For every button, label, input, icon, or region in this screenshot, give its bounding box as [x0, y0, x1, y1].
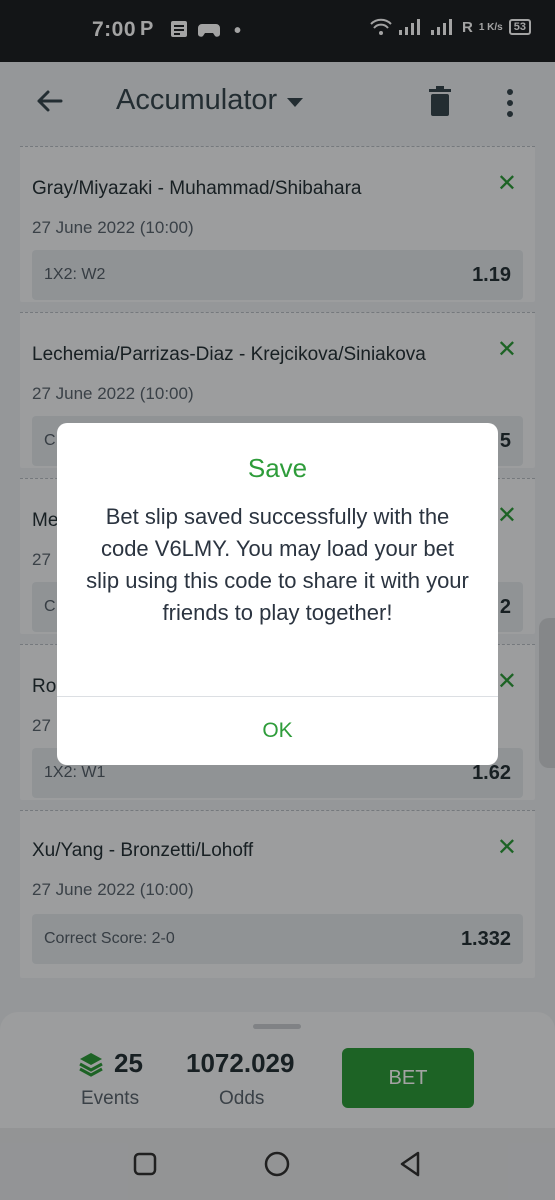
save-dialog: Save Bet slip saved successfully with th… — [57, 423, 498, 765]
dialog-message: Bet slip saved successfully with the cod… — [86, 504, 469, 625]
ok-button[interactable]: OK — [57, 697, 498, 765]
dialog-title: Save — [247, 453, 308, 483]
